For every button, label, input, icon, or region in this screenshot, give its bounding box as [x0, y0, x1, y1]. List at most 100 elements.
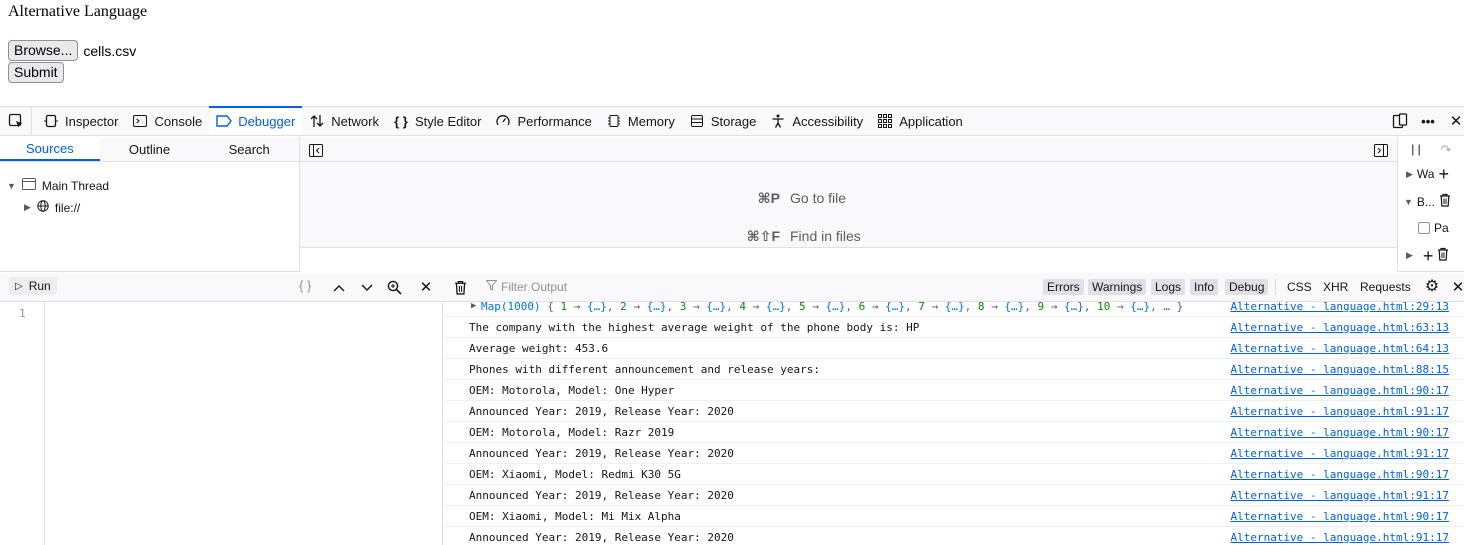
log-message: OEM: Motorola, Model: One Hyper — [469, 383, 675, 397]
tab-outline[interactable]: Outline — [100, 137, 200, 161]
tab-label: Memory — [627, 113, 675, 129]
log-source-link[interactable]: Alternative - language.html:90:17 — [1230, 426, 1449, 439]
tab-console[interactable]: Console — [125, 107, 209, 135]
trash-icon[interactable] — [1437, 247, 1449, 264]
tab-style-editor[interactable]: { } Style Editor — [386, 107, 488, 135]
watch-expressions-header[interactable]: ▶ Wa + — [1398, 165, 1464, 183]
console-icon — [132, 113, 148, 129]
run-button[interactable]: ▷ Run — [9, 277, 57, 295]
log-row: Average weight: 453.6 Alternative - langu… — [444, 338, 1464, 359]
clear-console-icon[interactable] — [452, 279, 468, 295]
step-over-icon[interactable]: ↷ — [1438, 141, 1454, 157]
application-icon — [877, 113, 893, 129]
shortcut-go-to-file[interactable]: ⌘P Go to file — [740, 190, 846, 207]
tab-accessibility[interactable]: Accessibility — [763, 107, 870, 135]
pause-exceptions-checkbox[interactable] — [1418, 222, 1430, 234]
log-row-map[interactable]: ▶ Map(1000) { 1 → {…}, 2 → {…}, 3 → {…},… — [444, 302, 1464, 317]
file-input-row: Browse... cells.csv — [8, 40, 136, 61]
console-multiline-editor[interactable]: 1 — [0, 302, 443, 545]
close-editor-icon[interactable]: ✕ — [418, 279, 434, 295]
network-icon — [309, 113, 325, 129]
log-source-link[interactable]: Alternative - language.html:63:13 — [1230, 321, 1449, 334]
pause-icon[interactable]: | | — [1408, 141, 1424, 157]
tab-label: Style Editor — [414, 113, 482, 129]
log-source-link[interactable]: Alternative - language.html:91:17 — [1230, 405, 1449, 418]
tab-performance[interactable]: Performance — [488, 107, 598, 135]
toggle-sources-pane-icon[interactable] — [308, 142, 324, 158]
log-source-link[interactable]: Alternative - language.html:91:17 — [1230, 447, 1449, 460]
pause-on-exceptions-row[interactable]: Pa — [1398, 221, 1464, 235]
tab-application[interactable]: Application — [870, 107, 970, 135]
window-icon — [21, 178, 36, 193]
filter-output-input[interactable]: Filter Output — [485, 280, 567, 294]
sources-tree: ▼ Main Thread ▶ file:// — [0, 162, 299, 272]
expanded-arrow-icon: ▼ — [1404, 196, 1413, 207]
more-options-icon[interactable]: ••• — [1420, 113, 1436, 129]
responsive-design-icon[interactable] — [1392, 113, 1408, 129]
log-source-link[interactable]: Alternative - language.html:90:17 — [1230, 510, 1449, 523]
devtools-right-controls: ••• ✕ — [1392, 107, 1464, 135]
filter-logs-toggle[interactable]: Logs — [1151, 279, 1186, 295]
tab-search[interactable]: Search — [199, 137, 299, 161]
filter-xhr-toggle[interactable]: XHR — [1323, 280, 1348, 294]
xhr-breakpoints-header[interactable]: ▶ + — [1398, 247, 1464, 265]
log-source-link[interactable]: Alternative - language.html:90:17 — [1230, 384, 1449, 397]
tab-memory[interactable]: Memory — [599, 107, 682, 135]
browse-button[interactable]: Browse... — [8, 40, 79, 61]
page-title: Alternative Language — [8, 3, 148, 20]
style-editor-icon: { } — [394, 113, 408, 129]
tab-sources[interactable]: Sources — [0, 137, 100, 161]
tab-label: Console — [154, 113, 203, 129]
log-source-link[interactable]: Alternative - language.html:64:13 — [1230, 342, 1449, 355]
filter-debug-toggle[interactable]: Debug — [1225, 279, 1269, 295]
trash-icon[interactable] — [1439, 193, 1451, 210]
log-row: Announced Year: 2019, Release Year: 2020… — [444, 485, 1464, 506]
log-source-link[interactable]: Alternative - language.html:29:13 — [1230, 302, 1449, 313]
tab-network[interactable]: Network — [302, 107, 386, 135]
play-icon: ▷ — [15, 280, 23, 292]
map-summary: { 1 → {…}, 2 → {…}, 3 → {…}, 4 → {…}, 5 … — [547, 302, 1184, 313]
log-source-link[interactable]: Alternative - language.html:90:17 — [1230, 468, 1449, 481]
close-devtools-icon[interactable]: ✕ — [1448, 113, 1464, 129]
tab-label: Accessibility — [792, 113, 864, 129]
toggle-right-pane-icon[interactable] — [1373, 142, 1389, 158]
collapsed-arrow-icon: ▶ — [24, 202, 31, 212]
console-output: ▶ Map(1000) { 1 → {…}, 2 → {…}, 3 → {…},… — [444, 302, 1464, 545]
tree-item-main-thread[interactable]: ▼ Main Thread — [7, 178, 109, 193]
log-source-link[interactable]: Alternative - language.html:91:17 — [1230, 531, 1449, 544]
tree-item-label: file:// — [54, 200, 81, 215]
tree-item-file-origin[interactable]: ▶ file:// — [24, 200, 80, 215]
tab-debugger[interactable]: Debugger — [209, 106, 303, 135]
chevron-down-icon[interactable] — [359, 280, 375, 296]
collapsed-arrow-icon: ▶ — [1406, 250, 1413, 260]
filter-info-toggle[interactable]: Info — [1190, 279, 1219, 295]
accessibility-icon — [770, 113, 786, 129]
log-source-link[interactable]: Alternative - language.html:91:17 — [1230, 489, 1449, 502]
close-split-console-icon[interactable]: ✕ — [1450, 279, 1464, 295]
element-picker-button[interactable] — [0, 107, 32, 135]
log-message: Announced Year: 2019, Release Year: 2020 — [469, 488, 734, 502]
add-watch-icon[interactable]: + — [1438, 165, 1449, 183]
devtools-toolbar: Inspector Console Debugger Network { } Style … — [0, 106, 1464, 136]
console-settings-icon[interactable]: ⚙ — [1424, 279, 1440, 295]
shortcut-find-in-files[interactable]: ⌘⇧F Find in files — [740, 228, 861, 245]
filter-errors-toggle[interactable]: Errors — [1043, 279, 1084, 295]
add-xhr-breakpoint-icon[interactable]: + — [1423, 247, 1434, 265]
reverse-search-icon[interactable] — [386, 279, 402, 295]
pretty-print-icon[interactable]: { } — [299, 278, 311, 293]
tab-label: Storage — [710, 113, 757, 129]
tree-item-label: Main Thread — [41, 178, 110, 193]
expand-arrow-icon[interactable]: ▶ — [471, 302, 476, 311]
log-source-link[interactable]: Alternative - language.html:88:15 — [1230, 363, 1449, 376]
filter-warnings-toggle[interactable]: Warnings — [1088, 279, 1147, 295]
log-message: OEM: Xiaomi, Model: Redmi K30 5G — [469, 467, 681, 481]
tab-storage[interactable]: Storage — [682, 107, 764, 135]
submit-button[interactable]: Submit — [8, 62, 64, 83]
log-message: The company with the highest average wei… — [469, 320, 920, 334]
breakpoints-header[interactable]: ▼ B... — [1398, 193, 1464, 210]
filter-requests-toggle[interactable]: Requests — [1360, 280, 1411, 294]
filter-css-toggle[interactable]: CSS — [1287, 280, 1312, 294]
tab-inspector[interactable]: Inspector — [36, 107, 125, 135]
chevron-up-icon[interactable] — [331, 280, 347, 296]
selected-file-name: cells.csv — [83, 42, 137, 59]
